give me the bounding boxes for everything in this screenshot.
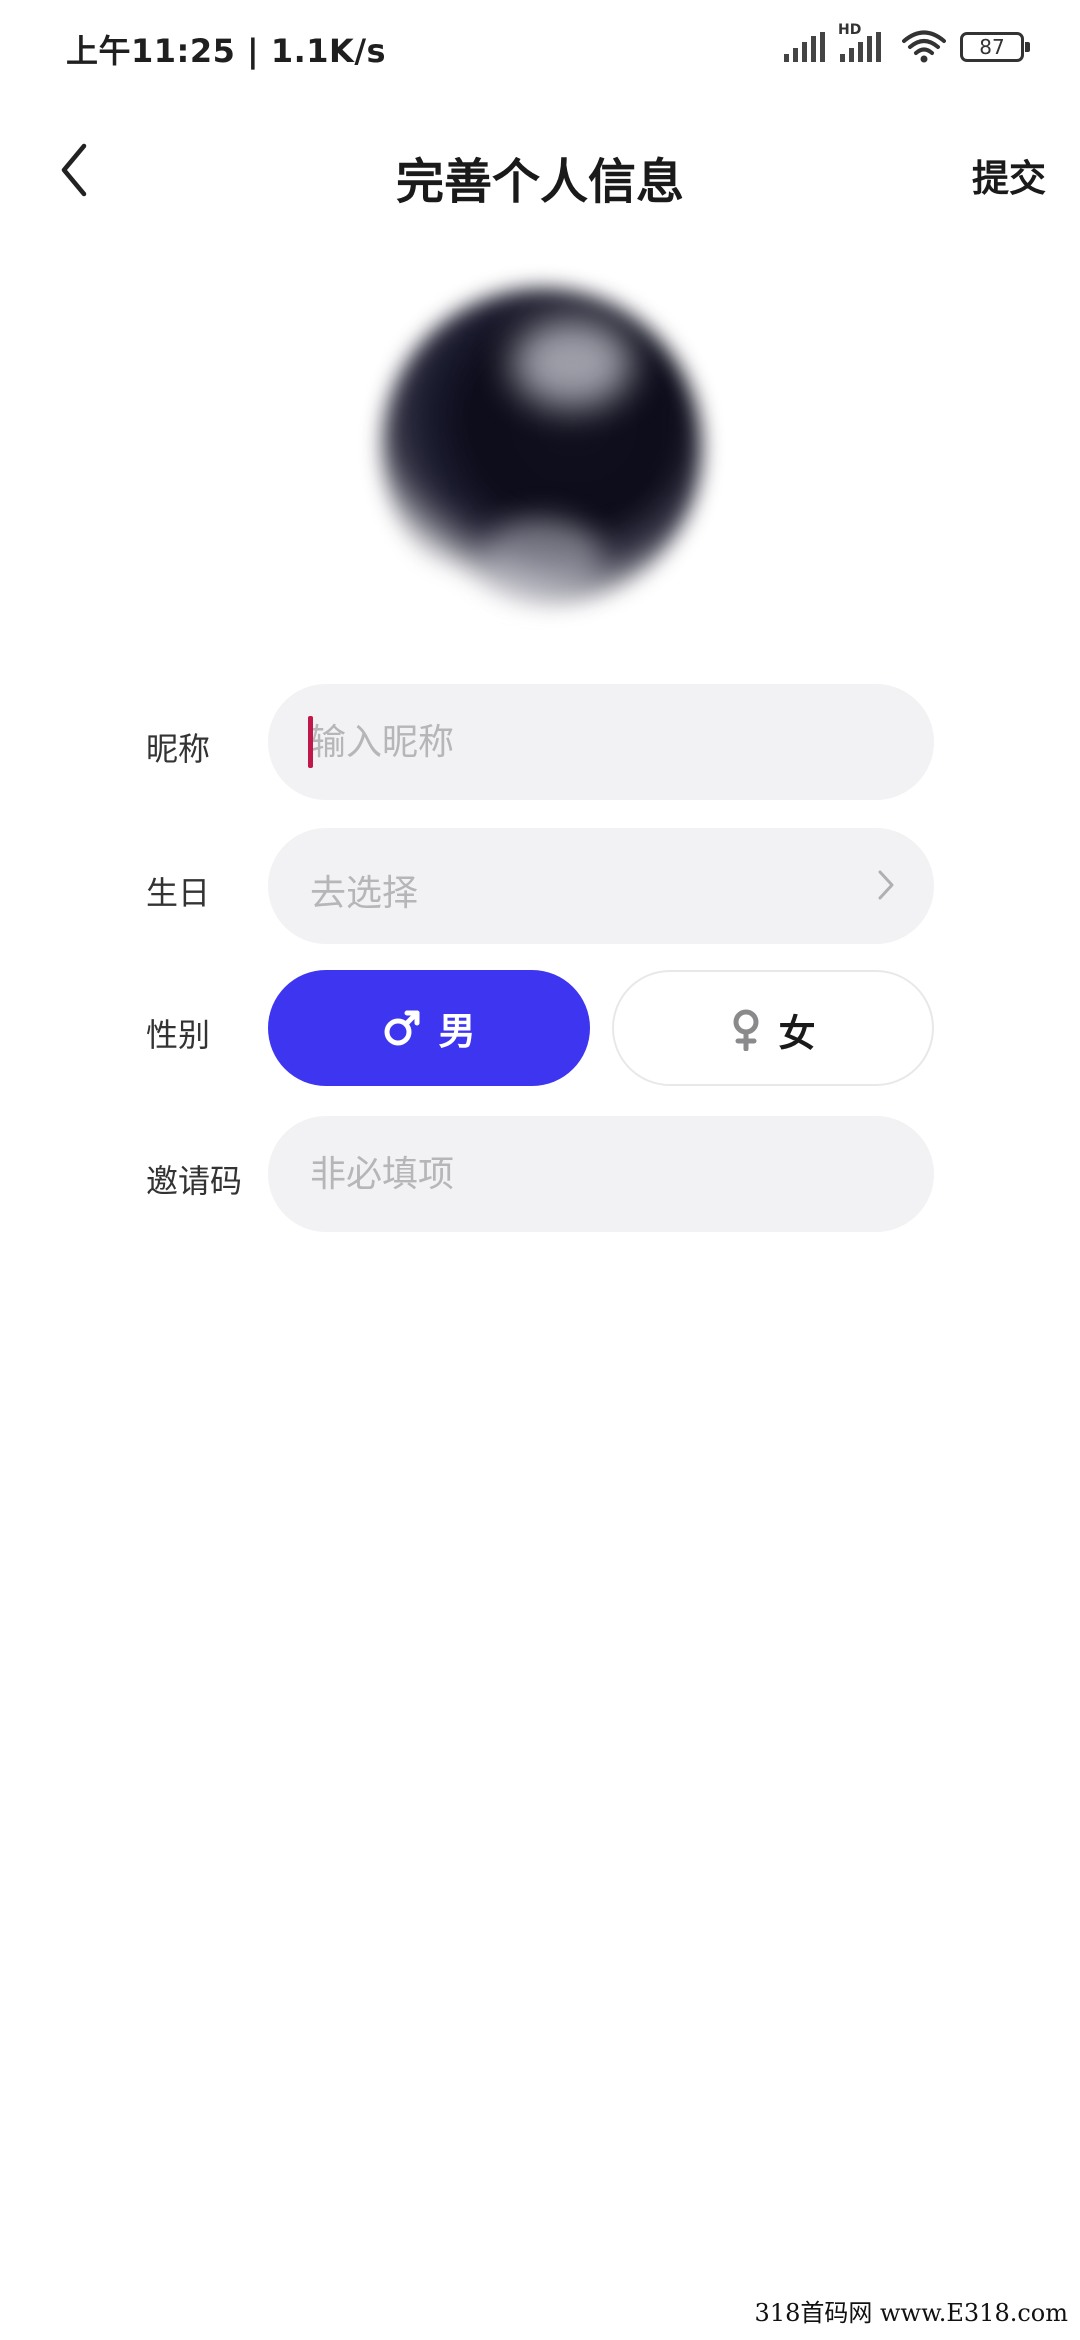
cellular-signal-icon — [784, 32, 825, 62]
text-cursor — [308, 716, 313, 768]
submit-button[interactable]: 提交 — [972, 148, 1046, 202]
top-bar: 完善个人信息 提交 — [0, 120, 1080, 220]
gender-male-content: 男 — [268, 970, 590, 1086]
wifi-icon — [902, 30, 946, 63]
status-bar: 上午11:25 | 1.1K/s HD 87 — [0, 0, 1080, 96]
nickname-input[interactable] — [310, 684, 870, 800]
status-icons: HD 87 — [782, 22, 1032, 68]
gender-male-button[interactable]: 男 — [268, 970, 590, 1086]
nickname-label: 昵称 — [146, 730, 211, 768]
male-symbol-icon — [384, 1010, 419, 1046]
gender-female-button[interactable]: 女 — [612, 970, 934, 1086]
invite-code-input[interactable] — [310, 1116, 870, 1232]
battery-level: 87 — [979, 35, 1005, 59]
invite-code-row: 邀请码 — [0, 1116, 1080, 1232]
female-symbol-icon — [733, 1009, 758, 1051]
page-title: 完善个人信息 — [395, 154, 684, 210]
gender-row: 性别 男 女 — [0, 970, 1080, 1086]
invite-code-label: 邀请码 — [146, 1162, 243, 1200]
nickname-field-wrap[interactable] — [268, 684, 934, 800]
profile-setup-screen: 上午11:25 | 1.1K/s HD 87 完善个人信息 提交 昵称 输入昵称… — [0, 0, 1080, 2340]
birthday-row: 生日 去选择 — [0, 828, 1080, 944]
birthday-picker[interactable]: 去选择 — [268, 828, 934, 944]
gender-female-label: 女 — [778, 1012, 816, 1055]
chevron-right-icon — [878, 870, 894, 900]
avatar-highlight — [512, 318, 632, 408]
gender-female-content: 女 — [614, 972, 932, 1088]
status-time-speed: 上午11:25 | 1.1K/s — [66, 32, 387, 70]
battery-icon: 87 — [960, 32, 1030, 62]
gender-label: 性别 — [146, 1016, 211, 1054]
nickname-row: 昵称 — [0, 684, 1080, 800]
avatar-shade — [482, 518, 602, 598]
watermark: 318首码网 www.E318.com — [754, 2299, 1068, 2327]
birthday-label: 生日 — [146, 874, 211, 912]
cellular-signal-hd-icon — [840, 32, 881, 62]
birthday-placeholder: 去选择 — [310, 873, 419, 914]
avatar-picker[interactable] — [362, 268, 722, 628]
gender-male-label: 男 — [438, 1010, 476, 1053]
invite-code-field-wrap[interactable] — [268, 1116, 934, 1232]
